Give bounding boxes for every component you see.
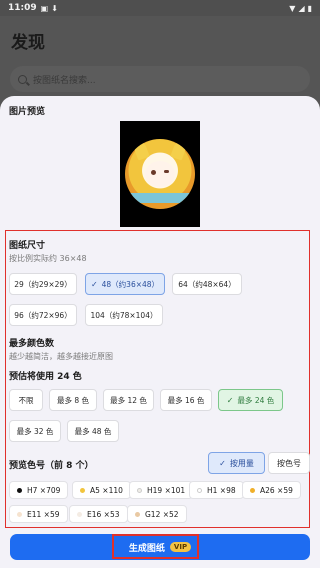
color-chip-e11: E11 ×59	[9, 505, 68, 523]
gallery-icon: ▣	[40, 3, 49, 13]
size-option-96[interactable]: 96（约72×96）	[9, 304, 77, 326]
size-option-104[interactable]: 104（约78×104）	[85, 304, 163, 326]
max-colors-label: 最多颜色数	[9, 339, 55, 349]
search-bar[interactable]: 按图纸名搜索...	[10, 66, 310, 92]
color-option-8[interactable]: 最多 8 色	[49, 389, 97, 411]
color-dot	[17, 487, 22, 493]
color-option-12[interactable]: 最多 12 色	[103, 389, 154, 411]
check-icon: ✓	[219, 458, 226, 468]
size-option-48[interactable]: ✓ 48（约36×48）	[85, 273, 165, 295]
generate-button[interactable]: 生成图纸 VIP	[10, 534, 310, 560]
color-dot	[135, 511, 140, 517]
color-option-unlimited[interactable]: 不限	[9, 389, 43, 411]
page-title: 发现	[11, 33, 45, 53]
color-option-16[interactable]: 最多 16 色	[160, 389, 212, 411]
generate-label: 生成图纸	[128, 543, 165, 554]
estimate-label: 预估将使用 24 色	[9, 372, 82, 382]
size-option-64[interactable]: 64（约48×64）	[172, 273, 242, 295]
search-placeholder: 按图纸名搜索...	[33, 75, 96, 86]
color-chip-a26: A26 ×59	[242, 481, 301, 499]
preview-colors-label: 预览色号（前 8 个）	[9, 461, 94, 471]
wifi-icon: ▼	[289, 3, 296, 13]
color-chip-h19: H19 ×101	[129, 481, 194, 499]
check-icon: ✓	[90, 279, 98, 289]
size-hint: 按比例实际约 36×48	[9, 254, 87, 263]
color-chip-g12: G12 ×52	[127, 505, 187, 523]
status-time: 11:09	[8, 3, 37, 13]
vip-badge: VIP	[169, 542, 192, 552]
color-dot	[197, 487, 202, 493]
check-icon: ✓	[226, 395, 234, 405]
color-dot	[80, 487, 85, 493]
download-icon: ⬇	[51, 3, 58, 13]
color-dot	[250, 487, 255, 493]
image-preview	[120, 121, 200, 227]
size-option-29[interactable]: 29（约29×29）	[9, 273, 77, 295]
size-label: 图纸尺寸	[9, 241, 46, 251]
preview-label: 图片预览	[9, 107, 46, 117]
search-icon	[18, 74, 27, 84]
color-chip-h1: H1 ×98	[189, 481, 244, 499]
color-dot	[137, 487, 142, 493]
signal-icon: ◢	[298, 3, 305, 13]
color-option-48[interactable]: 最多 48 色	[67, 420, 119, 442]
color-option-24[interactable]: ✓ 最多 24 色	[218, 389, 283, 411]
max-colors-hint: 越少越简洁，越多越接近原图	[9, 352, 113, 361]
color-chip-h7: H7 ×709	[9, 481, 69, 499]
preview-image	[125, 139, 195, 209]
sort-by-usage-toggle[interactable]: ✓ 按用量	[208, 452, 265, 474]
color-dot	[17, 511, 22, 517]
battery-icon: ▮	[307, 3, 312, 13]
sort-by-code-toggle[interactable]: 按色号	[268, 452, 310, 474]
color-chip-e16: E16 ×53	[69, 505, 128, 523]
color-option-32[interactable]: 最多 32 色	[9, 420, 61, 442]
color-chip-a5: A5 ×110	[72, 481, 131, 499]
color-dot	[77, 511, 82, 517]
status-bar: 11:09 ▣ ⬇ ▼ ◢ ▮	[0, 0, 320, 16]
